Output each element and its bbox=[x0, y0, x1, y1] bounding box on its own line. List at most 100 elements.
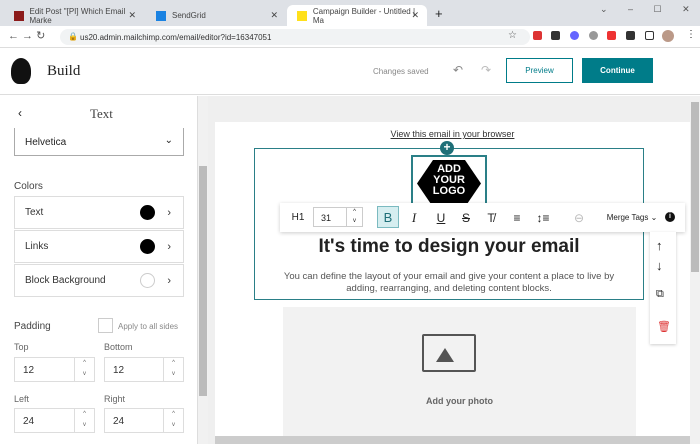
menu-icon[interactable]: ⋮ bbox=[686, 29, 696, 40]
extension-icon[interactable] bbox=[589, 31, 598, 40]
chevron-down-icon: ⌄ bbox=[164, 135, 173, 146]
stepper[interactable]: ^ v bbox=[74, 358, 94, 381]
duplicate-icon[interactable]: ⧉ bbox=[656, 288, 664, 301]
value: 31 bbox=[321, 213, 332, 223]
url-input[interactable]: 🔒 us20.admin.mailchimp.com/email/editor?i… bbox=[60, 29, 530, 45]
view-in-browser-link[interactable]: View this email in your browser bbox=[215, 129, 690, 139]
nav-buttons[interactable]: ← → ↻ bbox=[8, 29, 45, 42]
link-icon[interactable]: ⊖ bbox=[568, 203, 590, 232]
color-swatch bbox=[140, 273, 155, 288]
color-row-text[interactable]: Text › bbox=[14, 196, 184, 229]
tab-label: Edit Post "[PI] Which Email Marke bbox=[29, 6, 126, 25]
close-icon[interactable]: ✕ bbox=[411, 10, 419, 21]
value: 12 bbox=[113, 365, 125, 376]
stepper[interactable]: ^ v bbox=[163, 409, 183, 432]
stepper[interactable]: ^ v bbox=[346, 208, 362, 226]
left-label: Left bbox=[14, 394, 30, 404]
merge-tags-dropdown[interactable]: Merge Tags ⌄ bbox=[602, 203, 662, 232]
value: 12 bbox=[23, 365, 35, 376]
redo-icon[interactable]: ↷ bbox=[481, 63, 491, 77]
row-label: Block Background bbox=[25, 275, 106, 286]
horizontal-scrollbar[interactable] bbox=[215, 436, 690, 444]
value: 24 bbox=[23, 416, 35, 427]
strikethrough-button[interactable]: S bbox=[456, 203, 476, 232]
tab-sendgrid[interactable]: SendGrid ✕ bbox=[146, 5, 286, 26]
back-icon[interactable]: ‹ bbox=[18, 106, 22, 120]
right-label: Right bbox=[104, 394, 126, 404]
extension-icon[interactable] bbox=[533, 31, 542, 40]
underline-button[interactable]: U bbox=[431, 203, 451, 232]
extension-icon[interactable] bbox=[551, 31, 560, 40]
panel-scrollbar[interactable] bbox=[198, 96, 208, 444]
close-icon[interactable]: ✕ bbox=[270, 10, 278, 21]
tab-label: Campaign Builder - Untitled | Ma bbox=[312, 6, 416, 25]
add-block-icon[interactable]: + bbox=[440, 141, 454, 155]
email-body-text[interactable]: You can define the layout of your email … bbox=[275, 271, 623, 295]
undo-icon[interactable]: ↶ bbox=[453, 63, 463, 77]
favicon-icon bbox=[156, 10, 166, 21]
bold-button[interactable]: B bbox=[377, 206, 399, 228]
clear-format-icon[interactable]: T̸ bbox=[481, 203, 501, 232]
sidebar-icon[interactable] bbox=[645, 31, 654, 40]
move-up-icon[interactable]: ↑ bbox=[656, 238, 663, 253]
top-label: Top bbox=[14, 342, 29, 352]
extension-icon[interactable] bbox=[607, 31, 616, 40]
merge-tags-label: Merge Tags bbox=[606, 213, 649, 222]
extension-icon[interactable] bbox=[570, 31, 579, 40]
padding-heading: Padding bbox=[14, 321, 51, 332]
add-photo-label: Add your photo bbox=[426, 396, 493, 406]
delete-icon[interactable]: 🗑 bbox=[657, 320, 671, 333]
italic-button[interactable]: I bbox=[404, 203, 424, 232]
apply-all-checkbox[interactable] bbox=[98, 318, 113, 333]
canvas-scrollbar[interactable] bbox=[690, 96, 700, 444]
font-size-input[interactable]: 31 ^ v bbox=[313, 207, 363, 227]
page-title: Build bbox=[47, 63, 81, 79]
align-icon[interactable]: ≡ bbox=[507, 203, 527, 232]
heading-style-select[interactable]: H1 bbox=[286, 203, 310, 232]
color-swatch bbox=[140, 205, 155, 220]
mailchimp-logo-icon bbox=[11, 58, 31, 84]
padding-left-input[interactable]: 24 ^ v bbox=[14, 408, 95, 433]
tab-label: SendGrid bbox=[172, 11, 206, 20]
panel-title: Text bbox=[90, 106, 113, 121]
image-icon bbox=[422, 334, 476, 372]
colors-heading: Colors bbox=[14, 181, 43, 192]
color-row-links[interactable]: Links › bbox=[14, 230, 184, 263]
scroll-thumb[interactable] bbox=[199, 166, 207, 396]
padding-top-input[interactable]: 12 ^ v bbox=[14, 357, 95, 382]
logo-block[interactable]: ADD YOUR LOGO bbox=[411, 155, 487, 207]
email-heading[interactable]: It's time to design your email bbox=[254, 236, 644, 258]
tab-edit-post[interactable]: Edit Post "[PI] Which Email Marke ✕ bbox=[4, 5, 144, 26]
preview-button[interactable]: Preview bbox=[506, 58, 573, 83]
star-icon[interactable]: ☆ bbox=[508, 30, 517, 41]
stepper[interactable]: ^ v bbox=[74, 409, 94, 432]
scroll-thumb[interactable] bbox=[691, 102, 699, 272]
save-status: Changes saved bbox=[373, 67, 429, 76]
puzzle-icon[interactable] bbox=[626, 31, 635, 40]
continue-button[interactable]: Continue bbox=[582, 58, 653, 83]
chevron-right-icon: › bbox=[167, 240, 171, 253]
line-height-icon[interactable]: ↕≡ bbox=[533, 203, 553, 232]
window-controls[interactable]: ⌄ – ☐ ✕ bbox=[600, 4, 690, 15]
chevron-right-icon: › bbox=[167, 206, 171, 219]
padding-right-input[interactable]: 24 ^ v bbox=[104, 408, 184, 433]
tab-campaign-builder[interactable]: Campaign Builder - Untitled | Ma ✕ bbox=[287, 5, 427, 26]
app-header: Build Changes saved ↶ ↷ Preview Continue bbox=[0, 48, 700, 95]
lock-icon: 🔒 bbox=[68, 32, 78, 41]
font-value: Helvetica bbox=[25, 137, 67, 148]
color-row-block-background[interactable]: Block Background › bbox=[14, 264, 184, 297]
font-select[interactable]: Helvetica ⌄ bbox=[14, 128, 184, 156]
info-icon[interactable]: i bbox=[665, 212, 675, 222]
avatar[interactable] bbox=[662, 30, 674, 42]
padding-bottom-input[interactable]: 12 ^ v bbox=[104, 357, 184, 382]
stepper[interactable]: ^ v bbox=[163, 358, 183, 381]
new-tab-button[interactable]: + bbox=[435, 6, 443, 21]
row-label: Links bbox=[25, 241, 49, 252]
chevron-right-icon: › bbox=[167, 274, 171, 287]
close-icon[interactable]: ✕ bbox=[128, 10, 136, 21]
image-block[interactable]: Add your photo bbox=[283, 307, 636, 444]
move-down-icon[interactable]: ↓ bbox=[656, 258, 663, 273]
favicon-icon bbox=[297, 10, 307, 21]
settings-panel: ‹ Text Helvetica ⌄ Colors Text › Links › Bl… bbox=[0, 96, 198, 444]
favicon-icon bbox=[14, 10, 24, 21]
